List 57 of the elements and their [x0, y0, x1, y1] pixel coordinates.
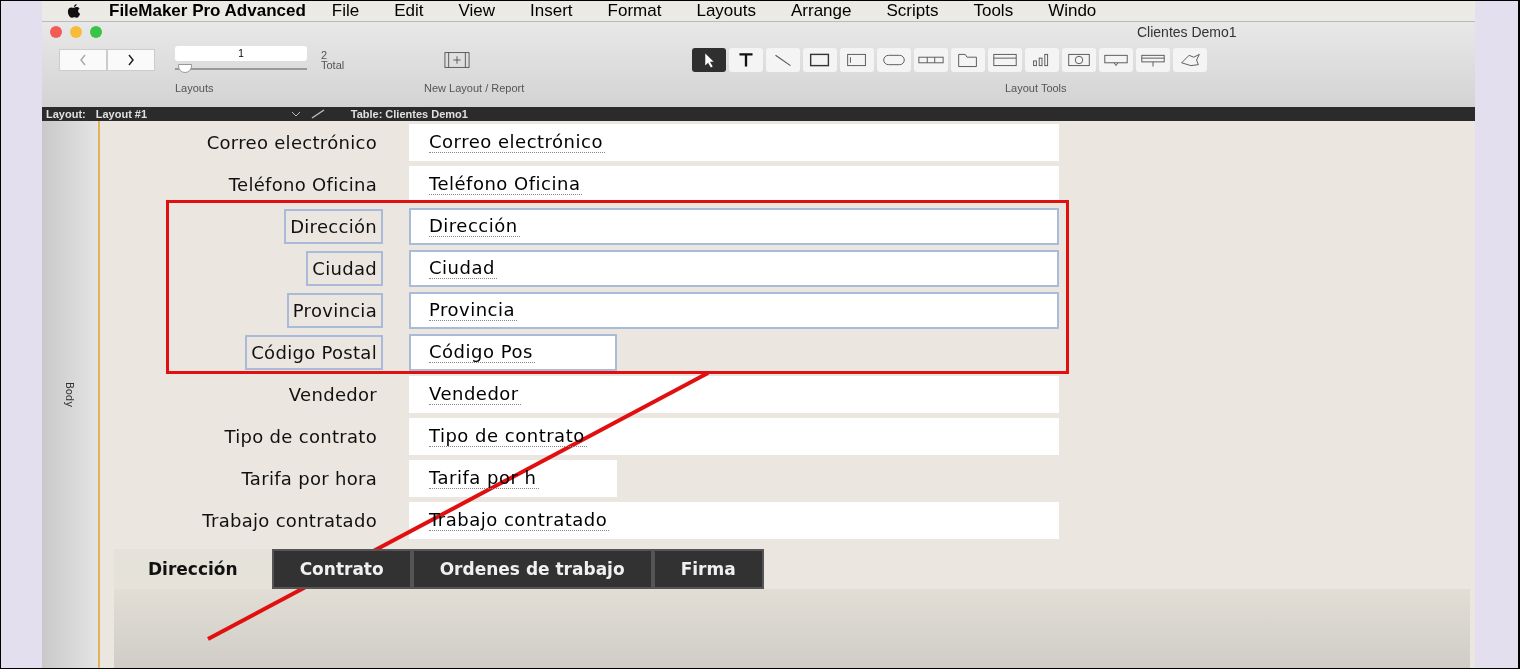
field-label[interactable]: Vendedor [282, 376, 383, 412]
window-title: Clientes Demo1 [1137, 24, 1237, 40]
menu-item[interactable]: Insert [530, 1, 573, 21]
menu-item[interactable]: Scripts [886, 1, 939, 21]
tool-button[interactable] [803, 48, 838, 72]
menu-item[interactable]: Tools [973, 1, 1014, 21]
new-layout-icon[interactable] [444, 51, 471, 69]
chevron-right-icon [127, 54, 135, 66]
layout-field[interactable]: Dirección [409, 207, 1059, 245]
window-icon [991, 51, 1020, 69]
layout-tools-label: Layout Tools [1005, 82, 1067, 94]
layout-field[interactable]: Provincia [409, 291, 1059, 329]
apple-icon[interactable] [67, 3, 81, 19]
layout-menu[interactable]: Layout #1 [95, 108, 281, 120]
layout-field[interactable]: Correo electrónico [409, 123, 1059, 161]
field-label[interactable]: Trabajo contratado [196, 502, 383, 538]
part-label: Body [64, 381, 76, 408]
menu-item[interactable]: File [331, 1, 360, 21]
total-count: 2 [321, 50, 329, 60]
layouts-label: Layouts [175, 82, 214, 94]
total-label: Total [321, 60, 345, 70]
menu-item[interactable]: View [458, 1, 496, 21]
field-label[interactable]: Dirección [284, 208, 383, 244]
record-field[interactable]: 1 [175, 45, 307, 61]
tab[interactable]: Dirección [114, 549, 272, 589]
new-layout-label: New Layout / Report [424, 82, 525, 94]
layout-label: Layout: [46, 108, 86, 120]
menu-item[interactable]: Windo [1048, 1, 1097, 21]
field-label[interactable]: Código Postal [245, 334, 383, 370]
layout-field[interactable]: Vendedor [409, 375, 1059, 413]
table-label: Table: Clientes Demo1 [350, 108, 468, 120]
tool-button[interactable] [692, 48, 727, 72]
field-label[interactable]: Teléfono Oficina [222, 166, 383, 202]
tool-button[interactable] [729, 48, 764, 72]
menu-item[interactable]: Format [607, 1, 662, 21]
layout-slider[interactable] [175, 63, 307, 75]
layout-field[interactable]: Teléfono Oficina [409, 165, 1059, 203]
menu-item[interactable]: Arrange [791, 1, 852, 21]
close-button[interactable] [50, 26, 62, 38]
pen-icon[interactable] [310, 109, 325, 119]
app-menu[interactable]: FileMaker Pro Advanced [109, 1, 306, 21]
tab[interactable]: Contrato [271, 549, 412, 589]
layout-field[interactable]: Trabajo contratado [409, 501, 1059, 539]
menu-item[interactable]: Layouts [696, 1, 756, 21]
chevron-left-icon [79, 54, 87, 66]
field-label[interactable]: Correo electrónico [200, 124, 383, 160]
field-label[interactable]: Tarifa por hora [235, 460, 383, 496]
tab[interactable]: Ordenes de trabajo [411, 549, 653, 589]
tab[interactable]: Firma [652, 549, 764, 589]
menu-item[interactable]: Edit [394, 1, 424, 21]
field-label[interactable]: Tipo de contrato [218, 418, 383, 454]
field-label[interactable]: Ciudad [306, 250, 383, 286]
layout-field[interactable]: Código Pos [409, 333, 617, 371]
field-label[interactable]: Provincia [286, 292, 383, 328]
chevron-down-icon[interactable] [290, 111, 301, 117]
layout-field[interactable]: Ciudad [409, 249, 1059, 287]
layout-field[interactable]: Tipo de contrato [409, 417, 1059, 455]
